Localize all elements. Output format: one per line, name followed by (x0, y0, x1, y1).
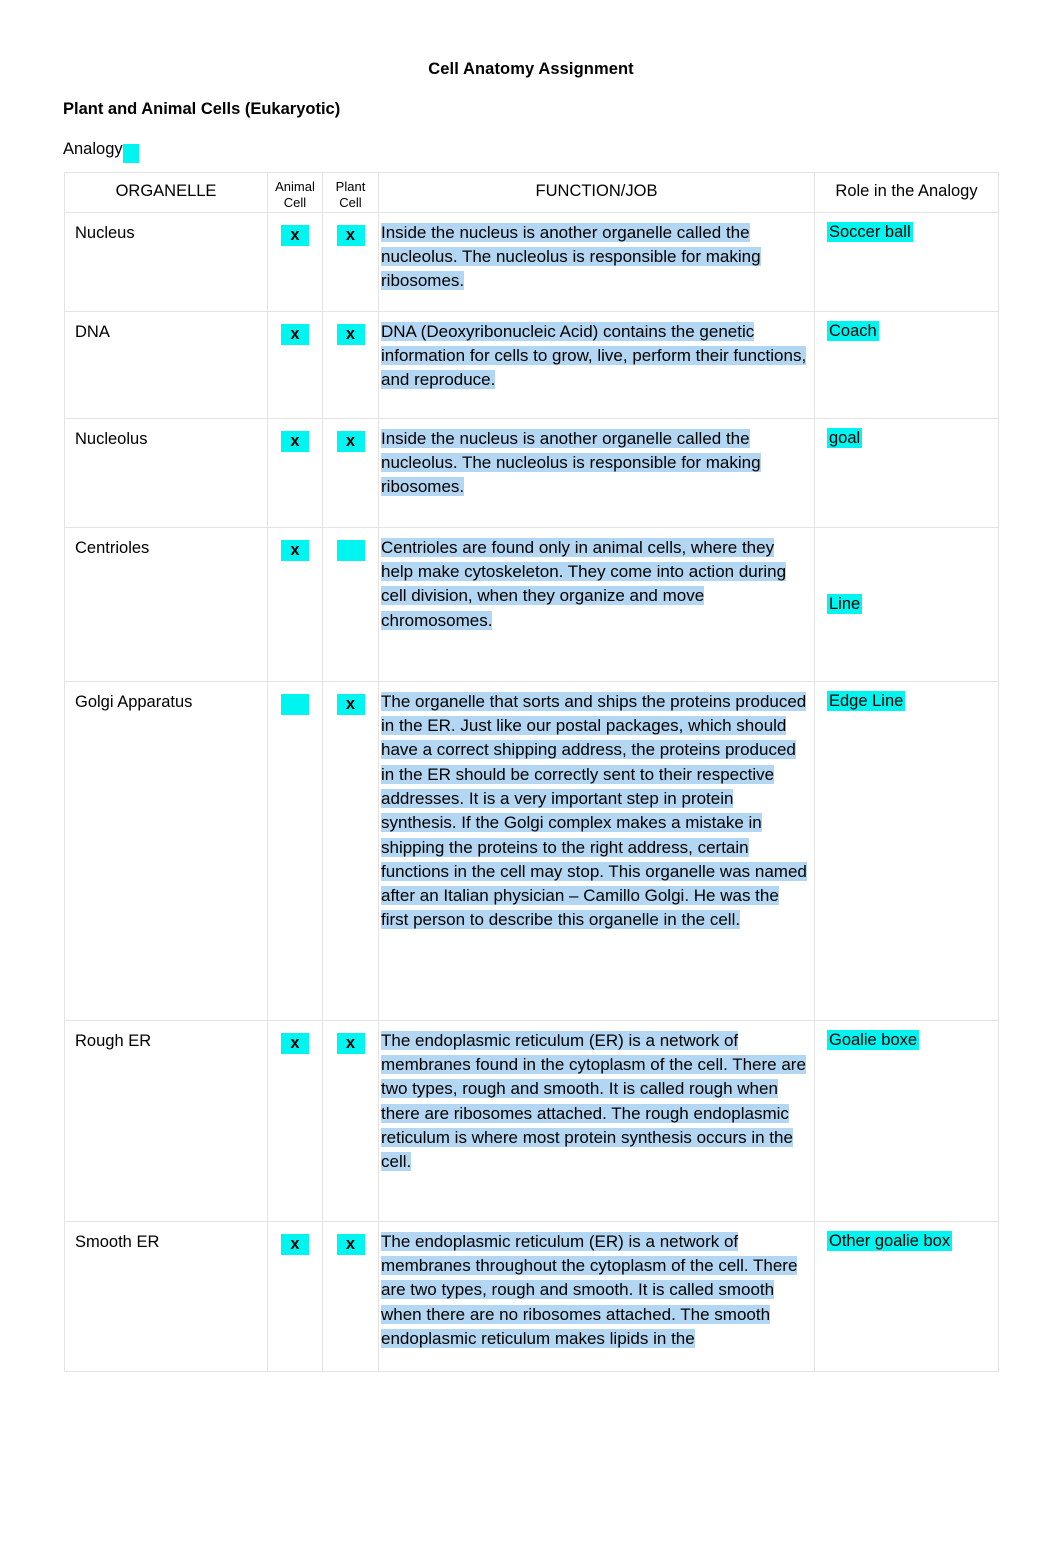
analogy-role: Line (814, 526, 999, 682)
role-text: Edge Line (827, 690, 906, 711)
role-text: goal (827, 427, 863, 448)
organelle-name: Nucleolus (64, 417, 268, 528)
animal-cell-mark: x (267, 1220, 323, 1372)
plant-cell-mark: x (322, 310, 379, 419)
plant-cell-mark: x (322, 1220, 379, 1372)
animal-cell-mark: x (267, 526, 323, 682)
mark-glyph: x (336, 1032, 365, 1054)
column-header-plant-cell-line2: Cell (339, 195, 362, 211)
function-text: The organelle that sorts and ships the p… (381, 691, 807, 930)
mark-glyph: x (281, 430, 309, 452)
animal-cell-mark: x (267, 680, 323, 1021)
plant-cell-mark: x (322, 526, 379, 682)
function-description: Centrioles are found only in animal cell… (378, 526, 815, 682)
table-row: Smooth ER x x The endoplasmic reticulum … (64, 1220, 999, 1372)
plant-cell-mark: x (322, 1019, 379, 1222)
analogy-label-line: Analogy (63, 140, 139, 163)
mark-glyph: x (336, 539, 365, 561)
column-header-organelle: ORGANELLE (64, 172, 268, 213)
plant-cell-mark: x (322, 211, 379, 312)
function-text: Inside the nucleus is another organelle … (381, 428, 761, 497)
table-row: DNA x x DNA (Deoxyribonucleic Acid) cont… (64, 310, 999, 419)
organelle-name: Centrioles (64, 526, 268, 682)
function-text: The endoplasmic reticulum (ER) is a netw… (381, 1030, 806, 1172)
animal-cell-mark: x (267, 417, 323, 528)
function-text: The endoplasmic reticulum (ER) is a netw… (381, 1231, 798, 1348)
function-description: Inside the nucleus is another organelle … (378, 211, 815, 312)
analogy-role: Other goalie box (814, 1220, 999, 1372)
table-row: Centrioles x x Centrioles are found only… (64, 526, 999, 682)
organelle-name: Nucleus (64, 211, 268, 312)
organelle-name: Rough ER (64, 1019, 268, 1222)
analogy-role: Edge Line (814, 680, 999, 1021)
role-text: Coach (827, 320, 879, 341)
animal-cell-mark: x (267, 211, 323, 312)
table-header-row: ORGANELLE Animal Cell Plant Cell FUNCTIO… (64, 172, 999, 213)
mark-glyph: x (281, 1032, 309, 1054)
plant-cell-mark: x (322, 417, 379, 528)
table-row: Golgi Apparatus x x The organelle that s… (64, 680, 999, 1021)
function-text: Centrioles are found only in animal cell… (381, 537, 787, 630)
animal-cell-mark: x (267, 310, 323, 419)
function-description: The organelle that sorts and ships the p… (378, 680, 815, 1021)
function-description: The endoplasmic reticulum (ER) is a netw… (378, 1019, 815, 1222)
plant-cell-mark: x (322, 680, 379, 1021)
table-row: Rough ER x x The endoplasmic reticulum (… (64, 1019, 999, 1222)
animal-cell-mark: x (267, 1019, 323, 1222)
organelle-table: ORGANELLE Animal Cell Plant Cell FUNCTIO… (64, 172, 999, 1372)
role-text: Soccer ball (827, 221, 913, 242)
analogy-role: Soccer ball (814, 211, 999, 312)
analogy-role: Coach (814, 310, 999, 419)
analogy-role: goal (814, 417, 999, 528)
analogy-label: Analogy (63, 140, 123, 158)
role-text: Line (827, 593, 863, 614)
column-header-animal-cell-line1: Animal (275, 179, 315, 194)
column-header-function: FUNCTION/JOB (378, 172, 815, 213)
organelle-name: DNA (64, 310, 268, 419)
organelle-name: Golgi Apparatus (64, 680, 268, 1021)
role-text: Other goalie box (827, 1230, 953, 1251)
mark-glyph: x (281, 1233, 309, 1255)
mark-glyph: x (281, 539, 309, 561)
function-description: DNA (Deoxyribonucleic Acid) contains the… (378, 310, 815, 419)
document-page: Cell Anatomy Assignment Plant and Animal… (0, 0, 1062, 1556)
mark-glyph: x (336, 323, 365, 345)
function-description: The endoplasmic reticulum (ER) is a netw… (378, 1220, 815, 1372)
function-description: Inside the nucleus is another organelle … (378, 417, 815, 528)
column-header-plant-cell-line1: Plant (335, 179, 366, 194)
section-heading: Plant and Animal Cells (Eukaryotic) (63, 100, 341, 118)
page-title: Cell Anatomy Assignment (428, 60, 634, 78)
mark-glyph: x (336, 224, 365, 246)
mark-glyph: x (281, 323, 309, 345)
table-row: Nucleolus x x Inside the nucleus is anot… (64, 417, 999, 528)
function-text: Inside the nucleus is another organelle … (381, 222, 761, 291)
analogy-role: Goalie boxe (814, 1019, 999, 1222)
mark-glyph: x (336, 693, 365, 715)
column-header-animal-cell-line2: Cell (283, 195, 307, 211)
column-header-animal-cell: Animal Cell (267, 172, 323, 213)
mark-glyph: x (281, 693, 309, 715)
role-text: Goalie boxe (827, 1029, 920, 1050)
column-header-plant-cell: Plant Cell (322, 172, 379, 213)
mark-glyph: x (281, 224, 309, 246)
analogy-highlight-blank (122, 144, 139, 163)
table-row: Nucleus x x Inside the nucleus is anothe… (64, 211, 999, 312)
mark-glyph: x (336, 1233, 365, 1255)
column-header-role: Role in the Analogy (814, 172, 999, 213)
function-text: DNA (Deoxyribonucleic Acid) contains the… (381, 321, 807, 390)
mark-glyph: x (336, 430, 365, 452)
organelle-name: Smooth ER (64, 1220, 268, 1372)
